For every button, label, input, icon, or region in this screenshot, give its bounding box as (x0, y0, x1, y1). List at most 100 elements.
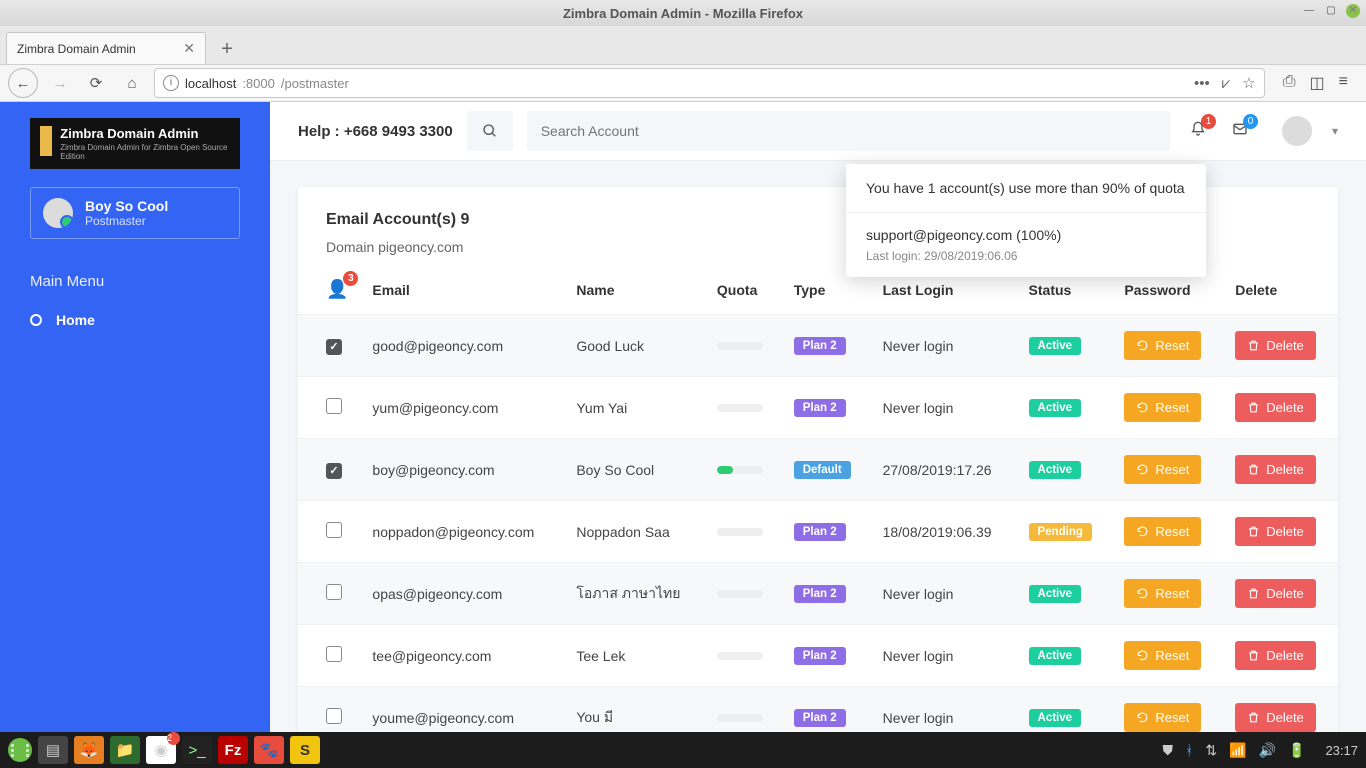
tray-bluetooth-icon[interactable]: ᚼ (1185, 742, 1193, 758)
reset-password-button[interactable]: Reset (1124, 579, 1201, 608)
nav-reload-button[interactable]: ⟳ (82, 69, 110, 97)
window-minimize-icon[interactable]: — (1302, 4, 1316, 18)
taskbar-files-icon[interactable]: ▤ (38, 736, 68, 764)
os-taskbar: ⋮⋮ ▤ 🦊 📁 ◉2 >_ Fz 🐾 S ⛊ ᚼ ⇅ 📶 🔊 🔋 23:17 (0, 732, 1366, 768)
window-close-icon[interactable]: ✕ (1346, 4, 1360, 18)
type-badge: Plan 2 (794, 523, 846, 541)
notifications-button[interactable]: 1 (1184, 120, 1212, 143)
tray-volume-icon[interactable]: 🔊 (1259, 742, 1276, 759)
reset-password-button[interactable]: Reset (1124, 331, 1201, 360)
cell-lastlogin: 18/08/2019:06.39 (871, 501, 1017, 563)
accounts-table: 👤3 Email Name Quota Type Last Login Stat… (298, 265, 1338, 732)
cell-quota (705, 563, 782, 625)
row-checkbox[interactable] (326, 708, 342, 724)
url-more-icon[interactable]: ••• (1194, 75, 1210, 92)
pocket-icon[interactable]: ⩗ (1222, 75, 1230, 92)
type-badge: Plan 2 (794, 337, 846, 355)
topbar-avatar[interactable] (1282, 116, 1312, 146)
tray-battery-icon[interactable]: 🔋 (1288, 742, 1305, 759)
cell-lastlogin: Never login (871, 377, 1017, 439)
cell-email: tee@pigeoncy.com (360, 625, 564, 687)
window-maximize-icon[interactable]: ▢ (1324, 4, 1338, 18)
browser-tab[interactable]: Zimbra Domain Admin ✕ (6, 32, 206, 64)
cell-lastlogin: Never login (871, 687, 1017, 732)
col-name[interactable]: Name (564, 265, 705, 315)
taskbar-firefox-icon[interactable]: 🦊 (74, 736, 104, 764)
col-delete[interactable]: Delete (1223, 265, 1338, 315)
status-badge: Active (1029, 399, 1082, 417)
delete-account-button[interactable]: Delete (1235, 517, 1316, 546)
delete-account-button[interactable]: Delete (1235, 703, 1316, 732)
logo-title: Zimbra Domain Admin (60, 126, 198, 141)
tray-wifi-icon[interactable]: 📶 (1229, 742, 1246, 759)
bulk-badge: 3 (343, 271, 358, 286)
notif-item[interactable]: support@pigeoncy.com (100%) Last login: … (846, 213, 1206, 277)
row-checkbox[interactable] (326, 398, 342, 414)
nav-forward-button[interactable]: → (46, 69, 74, 97)
cell-email: yum@pigeoncy.com (360, 377, 564, 439)
row-checkbox[interactable] (326, 584, 342, 600)
taskbar-sublime-icon[interactable]: S (290, 736, 320, 764)
delete-account-button[interactable]: Delete (1235, 641, 1316, 670)
nav-home-button[interactable]: ⌂ (118, 69, 146, 97)
logo-mark-icon (40, 126, 52, 156)
cell-name: Good Luck (564, 315, 705, 377)
search-button[interactable] (467, 111, 513, 151)
type-badge: Default (794, 461, 851, 479)
chrome-badge: 2 (167, 732, 180, 745)
url-bar[interactable]: i localhost:8000/postmaster ••• ⩗ ☆ (154, 68, 1265, 98)
bulk-user-icon[interactable]: 👤3 (326, 279, 348, 300)
delete-account-button[interactable]: Delete (1235, 331, 1316, 360)
tray-clock[interactable]: 23:17 (1325, 743, 1358, 758)
cell-name: Tee Lek (564, 625, 705, 687)
col-email[interactable]: Email (360, 265, 564, 315)
reset-password-button[interactable]: Reset (1124, 517, 1201, 546)
row-checkbox[interactable] (326, 646, 342, 662)
messages-button[interactable]: 0 (1226, 120, 1254, 143)
site-info-icon[interactable]: i (163, 75, 179, 91)
home-bullet-icon (30, 314, 42, 326)
start-menu-icon[interactable]: ⋮⋮ (8, 738, 32, 762)
delete-account-button[interactable]: Delete (1235, 393, 1316, 422)
notif-line: support@pigeoncy.com (100%) (866, 227, 1186, 243)
reset-password-button[interactable]: Reset (1124, 393, 1201, 422)
tray-network-icon[interactable]: ⇅ (1205, 742, 1217, 759)
browser-tabstrip: Zimbra Domain Admin ✕ + (0, 26, 1366, 64)
notif-sub: Last login: 29/08/2019:06.06 (866, 249, 1186, 263)
library-icon[interactable]: ⎙ (1283, 73, 1296, 93)
cell-lastlogin: Never login (871, 563, 1017, 625)
notif-header: You have 1 account(s) use more than 90% … (846, 164, 1206, 213)
tray-shield-icon[interactable]: ⛊ (1163, 742, 1174, 759)
taskbar-filezilla-icon[interactable]: Fz (218, 736, 248, 764)
chevron-down-icon[interactable]: ▾ (1332, 124, 1338, 138)
new-tab-button[interactable]: + (212, 34, 242, 64)
reset-password-button[interactable]: Reset (1124, 641, 1201, 670)
firefox-menu-icon[interactable]: ≡ (1339, 73, 1348, 93)
url-path: /postmaster (281, 76, 349, 91)
taskbar-app-icon[interactable]: 🐾 (254, 736, 284, 764)
row-checkbox[interactable] (326, 463, 342, 479)
bookmark-star-icon[interactable]: ☆ (1242, 74, 1255, 92)
taskbar-terminal-icon[interactable]: >_ (182, 736, 212, 764)
sidebar-toggle-icon[interactable]: ◫ (1310, 73, 1325, 93)
row-checkbox[interactable] (326, 339, 342, 355)
tab-close-icon[interactable]: ✕ (183, 40, 195, 57)
search-input[interactable] (541, 123, 1156, 139)
delete-account-button[interactable]: Delete (1235, 455, 1316, 484)
os-window-title: Zimbra Domain Admin - Mozilla Firefox (563, 6, 803, 21)
taskbar-chrome-icon[interactable]: ◉2 (146, 736, 176, 764)
nav-back-button[interactable]: ← (8, 68, 38, 98)
reset-password-button[interactable]: Reset (1124, 703, 1201, 732)
cell-quota (705, 377, 782, 439)
cell-quota (705, 439, 782, 501)
row-checkbox[interactable] (326, 522, 342, 538)
sidebar-item-home[interactable]: Home (0, 300, 270, 340)
browser-tab-title: Zimbra Domain Admin (17, 42, 136, 56)
taskbar-nemo-icon[interactable]: 📁 (110, 736, 140, 764)
delete-account-button[interactable]: Delete (1235, 579, 1316, 608)
sidebar-user-card[interactable]: Boy So Cool Postmaster (30, 187, 240, 239)
reset-password-button[interactable]: Reset (1124, 455, 1201, 484)
sidebar-user-name: Boy So Cool (85, 198, 168, 214)
col-quota[interactable]: Quota (705, 265, 782, 315)
table-row: noppadon@pigeoncy.comNoppadon SaaPlan 21… (298, 501, 1338, 563)
